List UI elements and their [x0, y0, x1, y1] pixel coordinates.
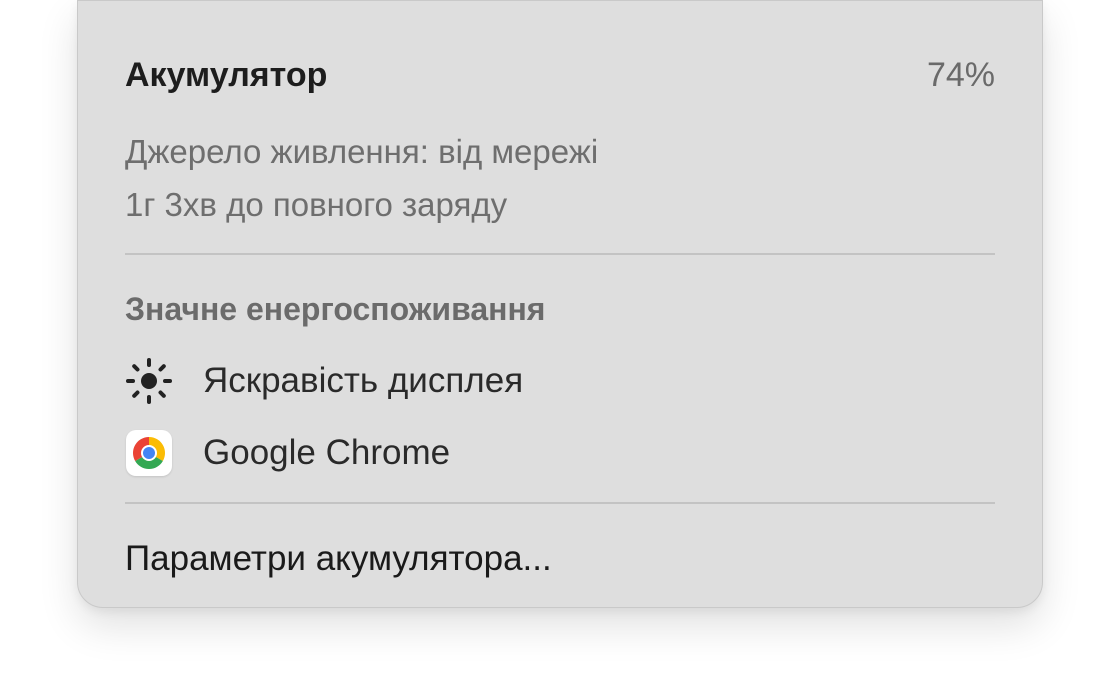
battery-menu-panel: Акумулятор 74% Джерело живлення: від мер… [77, 0, 1043, 608]
battery-settings-menu-item[interactable]: Параметри акумулятора... [125, 534, 995, 584]
battery-percent: 74% [926, 55, 995, 94]
divider [125, 502, 995, 504]
chrome-icon [125, 429, 173, 477]
divider [125, 253, 995, 255]
energy-item-google-chrome: Google Chrome [125, 428, 995, 478]
power-source-text: Джерело живлення: від мережі [125, 133, 599, 170]
stage: Акумулятор 74% Джерело живлення: від мер… [0, 0, 1120, 699]
energy-item-display-brightness: Яскравість дисплея [125, 356, 995, 406]
brightness-icon [125, 357, 173, 405]
time-to-full-text: 1г 3хв до повного заряду [125, 186, 508, 223]
energy-item-label: Google Chrome [203, 433, 451, 472]
chrome-icon-tile [126, 430, 172, 476]
battery-header: Акумулятор 74% [125, 53, 995, 97]
energy-section-title: Значне енергоспоживання [125, 291, 546, 327]
energy-item-label: Яскравість дисплея [203, 361, 524, 400]
battery-title: Акумулятор [125, 55, 328, 94]
